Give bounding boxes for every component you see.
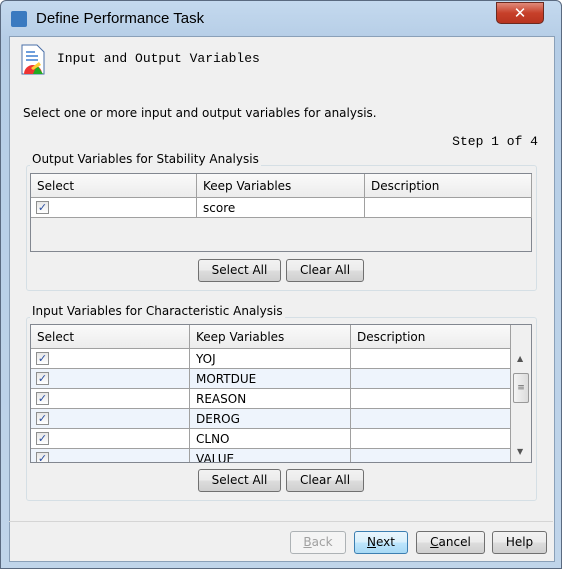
scroll-thumb[interactable]: ≡ (513, 373, 529, 403)
select-cell: ✓ (31, 349, 190, 369)
variable-cell[interactable]: CLNO (190, 429, 351, 449)
table-scrollbar[interactable]: ▲ ≡ ▼ (511, 349, 531, 462)
variable-cell[interactable]: REASON (190, 389, 351, 409)
column-header-keep-variables[interactable]: Keep Variables (197, 174, 365, 198)
select-checkbox[interactable]: ✓ (36, 352, 49, 365)
select-cell: ✓ (31, 449, 190, 462)
input-variables-table: ▲ ≡ ▼ Select Keep Variables Description ✓ YO… (30, 324, 532, 463)
select-checkbox[interactable]: ✓ (36, 432, 49, 445)
select-checkbox[interactable]: ✓ (36, 412, 49, 425)
input-select-all-button[interactable]: Select All (198, 469, 281, 492)
select-checkbox[interactable]: ✓ (36, 392, 49, 405)
close-button[interactable]: ✕ (496, 2, 544, 24)
select-cell: ✓ (31, 369, 190, 389)
select-cell: ✓ (31, 409, 190, 429)
select-checkbox[interactable]: ✓ (36, 452, 49, 462)
variable-cell[interactable]: VALUE (190, 449, 351, 462)
back-label: Back (303, 535, 333, 549)
document-chart-icon (21, 44, 45, 75)
footer-divider (9, 521, 553, 522)
next-button[interactable]: Next (354, 531, 408, 554)
window-title: Define Performance Task (36, 10, 205, 27)
scroll-down-icon[interactable]: ▼ (517, 447, 523, 456)
page-heading: Input and Output Variables (57, 51, 260, 66)
output-clear-all-button[interactable]: Clear All (286, 259, 364, 282)
input-group-title: Input Variables for Characteristic Analy… (30, 304, 285, 318)
output-group-title: Output Variables for Stability Analysis (30, 152, 261, 166)
column-header-description[interactable]: Description (365, 174, 532, 198)
column-header-select[interactable]: Select (31, 325, 190, 349)
column-header-select[interactable]: Select (31, 174, 197, 198)
select-cell: ✓ (31, 429, 190, 449)
variable-cell[interactable]: YOJ (190, 349, 351, 369)
help-button[interactable]: Help (492, 531, 547, 554)
input-clear-all-button[interactable]: Clear All (286, 469, 364, 492)
back-button[interactable]: Back (290, 531, 346, 554)
app-icon (11, 11, 27, 27)
description-cell[interactable] (351, 349, 511, 369)
description-cell[interactable] (351, 429, 511, 449)
description-cell[interactable] (351, 449, 511, 462)
variable-cell[interactable]: score (197, 198, 365, 218)
variable-cell[interactable]: DEROG (190, 409, 351, 429)
output-select-all-button[interactable]: Select All (198, 259, 281, 282)
step-indicator: Step 1 of 4 (452, 134, 538, 149)
description-cell[interactable] (351, 409, 511, 429)
output-variables-table: Select Keep Variables Description ✓ score (30, 173, 532, 252)
select-checkbox[interactable]: ✓ (36, 201, 49, 214)
scroll-up-icon[interactable]: ▲ (517, 354, 523, 363)
cancel-button[interactable]: Cancel (416, 531, 485, 554)
description-cell[interactable] (351, 369, 511, 389)
select-cell: ✓ (31, 198, 197, 218)
description-cell[interactable] (351, 389, 511, 409)
cancel-label: Cancel (430, 535, 471, 549)
variable-cell[interactable]: MORTDUE (190, 369, 351, 389)
column-header-description[interactable]: Description (351, 325, 511, 349)
instruction-text: Select one or more input and output vari… (23, 106, 377, 120)
next-label: Next (367, 535, 395, 549)
select-cell: ✓ (31, 389, 190, 409)
description-cell[interactable] (365, 198, 532, 218)
help-label: Help (505, 535, 534, 549)
select-checkbox[interactable]: ✓ (36, 372, 49, 385)
column-header-keep-variables[interactable]: Keep Variables (190, 325, 351, 349)
